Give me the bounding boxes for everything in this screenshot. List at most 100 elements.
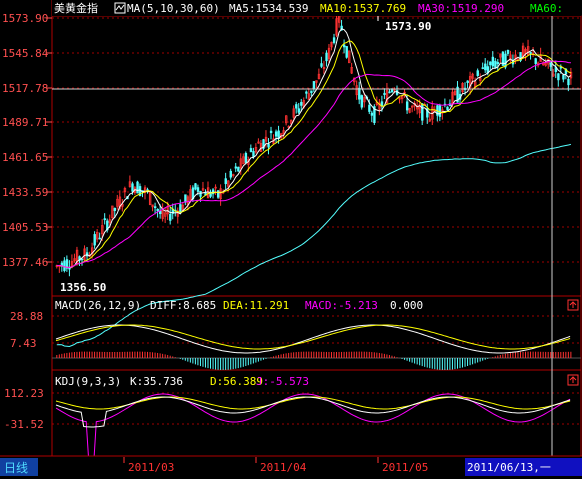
candle-body — [534, 58, 537, 64]
kdj-label: KDJ(9,3,3) — [55, 375, 121, 388]
candle-body — [421, 103, 424, 121]
main-header: 美黄金指 MA(5,10,30,60) MA5:1534.539 MA10:15… — [52, 0, 581, 16]
macd-zero: 0.000 — [390, 299, 423, 312]
kdj-j: J:-5.573 — [256, 375, 309, 388]
date-axis: 日线 2011/03 2011/04 2011/05 2011/06/13,一 — [0, 455, 582, 479]
candle-body — [481, 67, 484, 69]
y-tick-label: 1461.65 — [2, 151, 48, 164]
candle-body — [113, 207, 117, 211]
candle-body — [244, 152, 248, 163]
candle-body — [169, 213, 172, 221]
y-tick-label: 112.23 — [4, 387, 44, 400]
candle-body — [234, 166, 238, 169]
low-price-label: 1356.50 — [60, 281, 106, 294]
candle-body — [466, 80, 469, 84]
candle-body — [446, 106, 449, 111]
candle-body — [549, 62, 553, 67]
macd-diff: DIFF:8.685 — [150, 299, 216, 312]
candle-body — [184, 194, 187, 203]
candle-body — [332, 37, 336, 43]
macd-label: MACD(26,12,9) — [55, 299, 141, 312]
candle-body — [224, 178, 227, 185]
main-y-axis: 1573.90 1545.84 1517.78 1489.71 1461.65 1433.… — [2, 12, 52, 269]
candle-body — [216, 190, 220, 198]
kdj-k-line — [55, 396, 571, 428]
candle-body — [368, 104, 371, 112]
candle-body — [229, 170, 232, 178]
macd-diff-line — [55, 324, 571, 354]
peak-price-label: 1573.90 — [385, 20, 431, 33]
candle-body — [196, 187, 200, 192]
candle-body — [98, 237, 101, 240]
macd-histogram — [52, 324, 581, 370]
candle-body — [496, 62, 500, 65]
chart-grid — [52, 17, 581, 425]
candle-body — [63, 260, 66, 272]
candle-body — [136, 181, 139, 194]
macd-dea: DEA:11.291 — [223, 299, 289, 312]
candle-body — [489, 61, 492, 66]
panel-expand-icon[interactable] — [567, 299, 579, 311]
cursor-date: 2011/06/13,一 — [467, 461, 551, 474]
candle-body — [388, 91, 391, 94]
candle-body — [557, 73, 560, 81]
candlestick-series[interactable] — [55, 8, 573, 277]
y-tick-label: 28.88 — [10, 310, 43, 323]
candle-body — [93, 234, 96, 246]
ma30-value: MA30:1519.290 — [418, 2, 504, 15]
macd-dea-line — [55, 324, 571, 350]
futures-chart[interactable]: 1573.90 1545.84 1517.78 1489.71 1461.65 1433.… — [0, 0, 582, 479]
candle-body — [267, 143, 270, 148]
date-tick: 2011/04 — [260, 461, 307, 474]
panel-expand-icon[interactable] — [567, 374, 579, 386]
candle-body — [562, 74, 565, 80]
macd-value: MACD:-5.213 — [305, 299, 378, 312]
y-tick-label: 1377.46 — [2, 256, 48, 269]
ma10-value: MA10:1537.769 — [320, 2, 406, 15]
candle-body — [237, 166, 240, 172]
candle-body — [360, 95, 364, 108]
instrument-name: 美黄金指 — [54, 1, 98, 15]
kdj-y-axis: 112.23 -31.52 — [4, 387, 44, 431]
candle-body — [491, 56, 495, 67]
candle-body — [325, 52, 328, 62]
date-tick: 2011/03 — [128, 461, 174, 474]
y-tick-label: 1489.71 — [2, 116, 48, 129]
candle-body — [390, 89, 394, 93]
kdj-j-line — [55, 393, 571, 463]
candle-body — [383, 92, 386, 96]
y-tick-label: 1433.59 — [2, 186, 48, 199]
ma-indicator-label: MA(5,10,30,60) — [127, 2, 220, 15]
candle-body — [269, 130, 273, 134]
candle-body — [252, 151, 255, 157]
candle-body — [300, 102, 303, 106]
candle-body — [320, 63, 323, 67]
date-tick: 2011/05 — [382, 461, 428, 474]
candle-body — [370, 112, 374, 116]
candle-body — [438, 104, 442, 117]
candle-body — [199, 190, 202, 197]
kdj-header: KDJ(9,3,3) K:35.736 D:56.389 J:-5.573 — [55, 374, 579, 388]
candle-body — [153, 206, 157, 208]
macd-header: MACD(26,12,9) DIFF:8.685 DEA:11.291 MACD… — [55, 299, 579, 312]
y-tick-label: 7.43 — [10, 337, 37, 350]
candle-body — [295, 104, 298, 109]
y-tick-label: -31.52 — [4, 418, 44, 431]
candle-body — [494, 60, 497, 68]
low-annotation: 1356.50 — [60, 281, 106, 294]
candle-body — [358, 87, 361, 100]
ma-indicator-icon[interactable] — [114, 2, 126, 14]
y-tick-label: 1573.90 — [2, 12, 48, 25]
macd-y-axis: 28.88 7.43 — [10, 310, 43, 350]
candle-body — [476, 70, 479, 76]
candle-body — [305, 91, 308, 94]
candle-body — [506, 49, 510, 54]
candle-body — [559, 66, 563, 69]
ma60-value: MA60: — [530, 2, 563, 15]
candle-body — [103, 218, 106, 221]
period-tab[interactable]: 日线 — [4, 461, 28, 475]
y-tick-label: 1545.84 — [2, 47, 49, 60]
candle-body — [131, 183, 134, 192]
ma5-value: MA5:1534.539 — [229, 2, 308, 15]
candle-body — [194, 183, 197, 190]
